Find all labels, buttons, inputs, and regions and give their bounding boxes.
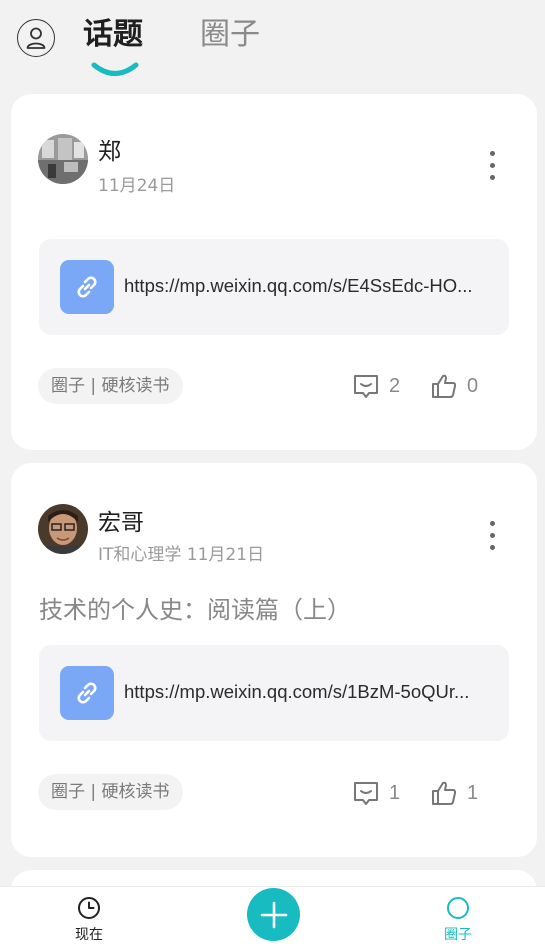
like-count: 0 <box>467 374 479 397</box>
link-icon <box>60 260 114 314</box>
like-button[interactable]: 0 <box>431 371 478 401</box>
link-url: https://mp.weixin.qq.com/s/1BzM-5oQUr... <box>124 681 470 702</box>
thumbs-up-icon <box>432 374 457 398</box>
add-post-button[interactable] <box>247 888 300 941</box>
top-header: 话题 圈子 <box>0 0 545 88</box>
author-name[interactable]: 郑 <box>98 137 121 167</box>
post-card[interactable]: 宏哥 IT和心理学 11月21日 技术的个人史：阅读篇（上） https://m… <box>11 463 537 857</box>
post-card[interactable]: 郑 11月24日 https://mp.weixin.qq.com/s/E4Ss… <box>11 94 537 450</box>
app-screen: 话题 圈子 郑 11月24日 https://mp.weixin.qq.com/… <box>0 0 545 946</box>
nav-label-circles: 圈子 <box>444 927 472 943</box>
like-count: 1 <box>467 781 479 804</box>
comment-button[interactable]: 2 <box>353 371 400 401</box>
link-preview[interactable]: https://mp.weixin.qq.com/s/E4SsEdc-HO... <box>39 239 509 335</box>
avatar-image <box>38 504 88 554</box>
post-title[interactable]: 技术的个人史：阅读篇（上） <box>39 594 351 626</box>
post-date: 11月24日 <box>98 176 176 196</box>
avatar-image <box>38 134 88 184</box>
circle-tag[interactable]: 圈子 | 硬核读书 <box>38 774 183 810</box>
more-options-button[interactable] <box>487 151 497 185</box>
avatar[interactable] <box>38 134 88 184</box>
like-button[interactable]: 1 <box>431 778 478 808</box>
nav-item-circles[interactable]: 圈子 <box>428 895 488 945</box>
comment-count: 2 <box>389 374 401 397</box>
plus-icon <box>260 901 287 928</box>
tab-topics[interactable]: 话题 <box>83 14 143 56</box>
link-icon <box>60 666 114 720</box>
comment-button[interactable]: 1 <box>353 778 400 808</box>
more-options-button[interactable] <box>487 521 497 555</box>
post-meta: IT和心理学 11月21日 <box>98 545 265 565</box>
link-url: https://mp.weixin.qq.com/s/E4SsEdc-HO... <box>124 275 473 296</box>
active-tab-indicator <box>91 62 139 76</box>
author-name[interactable]: 宏哥 <box>98 508 144 538</box>
comment-icon <box>354 782 378 805</box>
comment-count: 1 <box>389 781 401 804</box>
user-icon <box>26 27 46 49</box>
comment-icon <box>354 375 378 398</box>
nav-item-now[interactable]: 现在 <box>59 895 119 945</box>
tab-circles[interactable]: 圈子 <box>200 14 260 56</box>
circle-tag[interactable]: 圈子 | 硬核读书 <box>38 368 183 404</box>
clock-icon <box>78 897 100 919</box>
avatar[interactable] <box>38 504 88 554</box>
thumbs-up-icon <box>432 781 457 805</box>
nav-label-now: 现在 <box>75 927 103 943</box>
circle-icon <box>447 897 469 919</box>
profile-button[interactable] <box>17 19 55 57</box>
link-preview[interactable]: https://mp.weixin.qq.com/s/1BzM-5oQUr... <box>39 645 509 741</box>
